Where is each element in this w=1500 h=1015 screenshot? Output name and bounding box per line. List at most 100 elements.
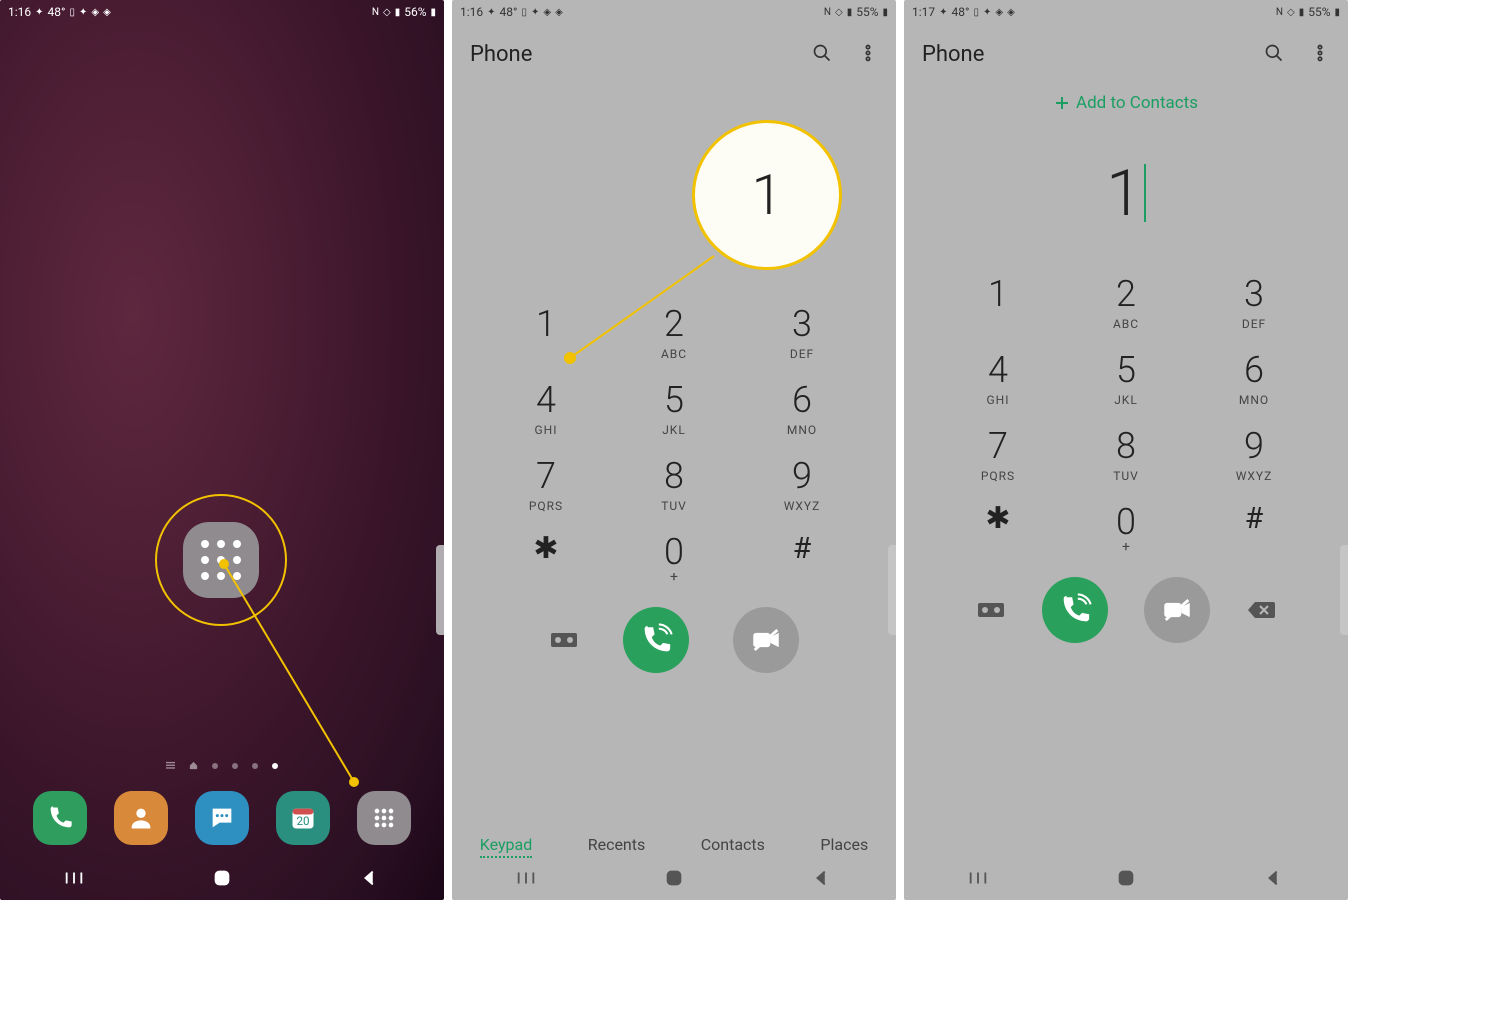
indicator-icon: ✦ bbox=[983, 7, 991, 18]
indicator-icon: ✦ bbox=[35, 7, 43, 18]
calendar-app-icon[interactable]: 20 bbox=[276, 791, 330, 845]
dial-keypad: 1 2ABC 3DEF 4GHI 5JKL 6MNO 7PQRS 8TUV 9W… bbox=[452, 303, 896, 585]
key-8[interactable]: 8TUV bbox=[610, 455, 738, 513]
more-options-button[interactable] bbox=[858, 43, 878, 67]
shield-icon: ◈ bbox=[543, 7, 551, 18]
home-button[interactable] bbox=[663, 867, 685, 893]
call-action-row bbox=[452, 607, 896, 673]
sim-icon: ▯ bbox=[974, 7, 980, 18]
apps-button-callout bbox=[155, 494, 287, 626]
key-0[interactable]: 0+ bbox=[610, 531, 738, 585]
key-6[interactable]: 6MNO bbox=[1190, 349, 1318, 407]
status-temp: 48° bbox=[48, 5, 66, 19]
back-button[interactable] bbox=[359, 867, 381, 893]
add-to-contacts-button[interactable]: Add to Contacts bbox=[904, 93, 1348, 113]
tab-places[interactable]: Places bbox=[820, 835, 868, 858]
zoom-value: 1 bbox=[751, 162, 782, 228]
recent-apps-button[interactable] bbox=[967, 867, 989, 893]
key-6[interactable]: 6MNO bbox=[738, 379, 866, 437]
edge-panel-handle[interactable] bbox=[1340, 545, 1348, 635]
key-5[interactable]: 5JKL bbox=[610, 379, 738, 437]
call-button[interactable] bbox=[623, 607, 689, 673]
svg-text:20: 20 bbox=[296, 814, 309, 828]
video-call-button[interactable] bbox=[733, 607, 799, 673]
search-button[interactable] bbox=[1264, 43, 1284, 67]
key-7[interactable]: 7PQRS bbox=[482, 455, 610, 513]
shield-icon: ◈ bbox=[555, 7, 563, 18]
video-call-button[interactable] bbox=[1144, 577, 1210, 643]
key-8[interactable]: 8TUV bbox=[1062, 425, 1190, 483]
edge-panel-handle[interactable] bbox=[436, 545, 444, 635]
key-star[interactable]: ✱ bbox=[482, 531, 610, 585]
indicator-icon: ✦ bbox=[79, 7, 87, 18]
key-5[interactable]: 5JKL bbox=[1062, 349, 1190, 407]
indicator-icon: ✦ bbox=[487, 7, 495, 18]
tab-keypad[interactable]: Keypad bbox=[480, 835, 533, 858]
phone-app-icon[interactable] bbox=[33, 791, 87, 845]
signal-icon: ▮ bbox=[847, 7, 853, 18]
add-to-contacts-label: Add to Contacts bbox=[1076, 93, 1198, 113]
status-time: 1:16 bbox=[460, 5, 483, 19]
backspace-button[interactable] bbox=[1246, 599, 1276, 621]
page-indicator[interactable] bbox=[0, 761, 444, 770]
key-hash[interactable]: # bbox=[1190, 501, 1318, 555]
back-button[interactable] bbox=[1263, 867, 1285, 893]
shield-icon: ◈ bbox=[1007, 7, 1015, 18]
messages-app-icon[interactable] bbox=[195, 791, 249, 845]
status-temp: 48° bbox=[952, 5, 970, 19]
wifi-icon: ◇ bbox=[1287, 7, 1295, 18]
key-4[interactable]: 4GHI bbox=[482, 379, 610, 437]
status-battery-pct: 56% bbox=[404, 5, 426, 19]
status-time: 1:17 bbox=[912, 5, 935, 19]
key-hash[interactable]: # bbox=[738, 531, 866, 585]
app-header: Phone bbox=[904, 24, 1348, 73]
nav-bar bbox=[904, 860, 1348, 900]
sim-icon: ▯ bbox=[522, 7, 528, 18]
wifi-icon: ◇ bbox=[835, 7, 843, 18]
key-3[interactable]: 3DEF bbox=[1190, 273, 1318, 331]
shield-icon: ◈ bbox=[103, 7, 111, 18]
nfc-icon: N bbox=[1276, 7, 1283, 18]
call-button[interactable] bbox=[1042, 577, 1108, 643]
key-star[interactable]: ✱ bbox=[934, 501, 1062, 555]
home-button[interactable] bbox=[1115, 867, 1137, 893]
key-4[interactable]: 4GHI bbox=[934, 349, 1062, 407]
key-1[interactable]: 1 bbox=[482, 303, 610, 361]
tab-recents[interactable]: Recents bbox=[588, 835, 646, 858]
status-battery-pct: 55% bbox=[856, 5, 878, 19]
signal-icon: ▮ bbox=[1299, 7, 1305, 18]
key-7[interactable]: 7PQRS bbox=[934, 425, 1062, 483]
key-9[interactable]: 9WXYZ bbox=[1190, 425, 1318, 483]
edge-panel-handle[interactable] bbox=[888, 545, 896, 635]
voicemail-button[interactable] bbox=[976, 599, 1006, 621]
contacts-app-icon[interactable] bbox=[114, 791, 168, 845]
entered-number: 1 bbox=[1106, 156, 1142, 231]
apps-drawer-dock-icon[interactable] bbox=[357, 791, 411, 845]
tab-contacts[interactable]: Contacts bbox=[701, 835, 765, 858]
status-bar: 1:16 ✦ 48° ▯ ✦ ◈ ◈ N ◇ ▮ 55% ▮ bbox=[452, 0, 896, 24]
recent-apps-button[interactable] bbox=[63, 867, 85, 893]
home-button[interactable] bbox=[211, 867, 233, 893]
shield-icon: ◈ bbox=[995, 7, 1003, 18]
phone-screen-entered: 1:17 ✦ 48° ▯ ✦ ◈ ◈ N ◇ ▮ 55% ▮ Phone Add… bbox=[904, 0, 1348, 900]
indicator-icon: ✦ bbox=[939, 7, 947, 18]
menu-lines-icon bbox=[166, 761, 175, 770]
key-0[interactable]: 0+ bbox=[1062, 501, 1190, 555]
voicemail-button[interactable] bbox=[549, 629, 579, 651]
key-2[interactable]: 2ABC bbox=[1062, 273, 1190, 331]
status-bar: 1:17 ✦ 48° ▯ ✦ ◈ ◈ N ◇ ▮ 55% ▮ bbox=[904, 0, 1348, 24]
key-3[interactable]: 3DEF bbox=[738, 303, 866, 361]
key-9[interactable]: 9WXYZ bbox=[738, 455, 866, 513]
app-header: Phone bbox=[452, 24, 896, 73]
number-display-area: 1 bbox=[904, 113, 1348, 273]
back-button[interactable] bbox=[811, 867, 833, 893]
key-2[interactable]: 2ABC bbox=[610, 303, 738, 361]
more-options-button[interactable] bbox=[1310, 43, 1330, 67]
key-1[interactable]: 1 bbox=[934, 273, 1062, 331]
apps-drawer-button[interactable] bbox=[183, 522, 259, 598]
status-battery-pct: 55% bbox=[1308, 5, 1330, 19]
recent-apps-button[interactable] bbox=[515, 867, 537, 893]
sim-icon: ▯ bbox=[70, 7, 76, 18]
search-button[interactable] bbox=[812, 43, 832, 67]
bottom-tabs: Keypad Recents Contacts Places bbox=[452, 835, 896, 858]
